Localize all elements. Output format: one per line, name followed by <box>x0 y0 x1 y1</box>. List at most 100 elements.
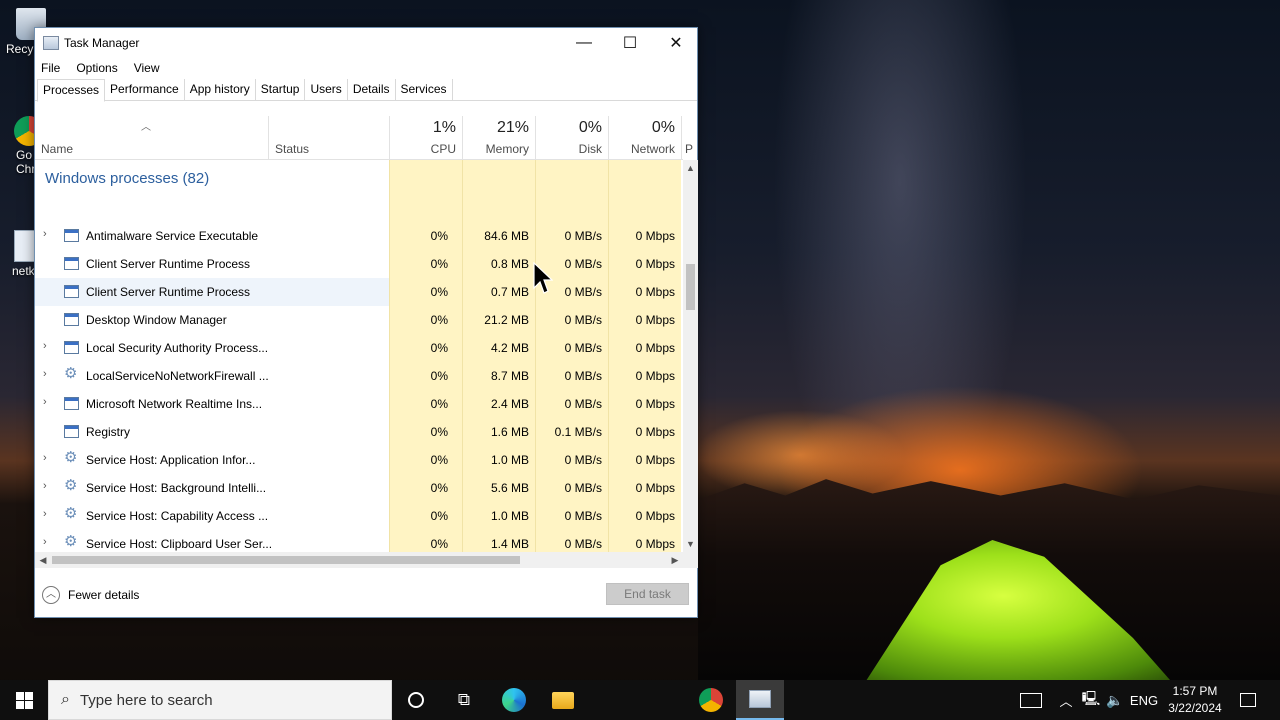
sort-ascending-icon: ︿ <box>141 122 151 133</box>
table-row[interactable]: › ⚙ Service Host: Background Intelli... 0% 5… <box>35 474 683 502</box>
desktop-icon-netk[interactable]: netk <box>0 230 40 278</box>
disk-value: 0 MB/s <box>564 257 602 271</box>
table-row[interactable]: › Microsoft Network Realtime Ins... 0% 2.4 … <box>35 390 683 418</box>
column-label: Network <box>630 142 675 156</box>
group-header-windows-processes[interactable]: Windows processes (82) <box>45 170 209 187</box>
taskbar-search-box[interactable]: ⌕ Type here to search <box>48 680 392 720</box>
process-name: Service Host: Capability Access ... <box>86 509 269 523</box>
language-indicator[interactable]: ENG <box>1128 680 1160 720</box>
tab-app-history[interactable]: App history <box>185 79 256 100</box>
vertical-scroll-thumb[interactable] <box>686 264 695 310</box>
taskbar-file-explorer[interactable] <box>539 680 587 720</box>
expand-chevron-icon[interactable]: › <box>43 536 47 548</box>
disk-value: 0 MB/s <box>564 285 602 299</box>
cpu-value: 0% <box>430 453 448 467</box>
memory-value: 1.6 MB <box>490 425 529 439</box>
desktop-icon-label: netk <box>12 264 35 278</box>
horizontal-scroll-thumb[interactable] <box>52 556 520 564</box>
taskbar-chrome[interactable] <box>687 680 735 720</box>
column-header-status[interactable]: Status <box>268 116 389 160</box>
cpu-value: 0% <box>430 285 448 299</box>
desktop-icon-chrome[interactable]: Go Chr <box>0 116 44 176</box>
column-header-power[interactable]: P <box>681 116 693 160</box>
tab-startup[interactable]: Startup <box>256 79 306 100</box>
expand-chevron-icon[interactable]: › <box>43 228 47 240</box>
tab-details[interactable]: Details <box>348 79 396 100</box>
scroll-right-arrow-icon[interactable]: ▶ <box>667 552 683 568</box>
vertical-scrollbar[interactable]: ▲ ▼ <box>683 160 698 552</box>
taskbar-clock[interactable]: 1:57 PM 3/22/2024 <box>1162 683 1228 717</box>
scroll-down-arrow-icon[interactable]: ▼ <box>683 536 698 552</box>
action-center-button[interactable] <box>1234 680 1262 720</box>
column-header-memory[interactable]: 21% Memory <box>462 116 535 160</box>
horizontal-scrollbar[interactable]: ◀ ▶ <box>35 552 683 568</box>
service-gear-icon: ⚙ <box>64 505 78 522</box>
task-view-button[interactable]: ⧉ <box>440 680 488 720</box>
menu-view[interactable]: View <box>134 61 160 75</box>
news-icon <box>1020 692 1042 708</box>
process-window-icon <box>64 257 79 270</box>
cpu-value: 0% <box>430 257 448 271</box>
search-icon: ⌕ <box>61 691 70 708</box>
table-row[interactable]: › ⚙ Service Host: Clipboard User Ser... 0% 1… <box>35 530 683 552</box>
scroll-up-arrow-icon[interactable]: ▲ <box>683 160 698 176</box>
expand-chevron-icon[interactable]: › <box>43 396 47 408</box>
menu-options[interactable]: Options <box>76 61 117 75</box>
disk-value: 0.1 MB/s <box>554 425 602 439</box>
expand-chevron-icon[interactable]: › <box>43 452 47 464</box>
expand-chevron-icon[interactable]: › <box>43 480 47 492</box>
tab-services[interactable]: Services <box>396 79 453 100</box>
table-row[interactable]: › Antimalware Service Executable 0% 84.6 MB… <box>35 222 683 250</box>
expand-chevron-icon[interactable]: › <box>43 368 47 380</box>
process-window-icon <box>64 341 79 354</box>
scroll-left-arrow-icon[interactable]: ◀ <box>35 552 51 568</box>
column-header-network[interactable]: 0% Network <box>608 116 681 160</box>
taskbar-edge[interactable] <box>490 680 538 720</box>
process-window-icon <box>64 313 79 326</box>
maximize-button[interactable]: ☐ <box>607 28 653 57</box>
minimize-button[interactable]: — <box>561 28 607 57</box>
expand-chevron-icon[interactable]: › <box>43 340 47 352</box>
end-task-button[interactable]: End task <box>606 583 689 605</box>
column-header-cpu[interactable]: 1% CPU <box>389 116 462 160</box>
chevron-up-icon: ︿ <box>42 586 60 604</box>
network-tray-button[interactable]: 🖳 <box>1080 680 1102 720</box>
show-hidden-icons-button[interactable]: ︿ <box>1056 680 1076 720</box>
cpu-value: 0% <box>430 425 448 439</box>
title-bar[interactable]: Task Manager — ☐ ✕ <box>35 28 697 57</box>
expand-chevron-icon[interactable]: › <box>43 508 47 520</box>
column-header-name[interactable]: ︿ Name <box>35 116 268 160</box>
desktop-icon-label: Recy <box>6 42 34 56</box>
table-row[interactable]: Client Server Runtime Process 0% 0.7 MB 0 M… <box>35 278 683 306</box>
news-widget-button[interactable] <box>1014 680 1048 720</box>
memory-value: 4.2 MB <box>490 341 529 355</box>
service-gear-icon: ⚙ <box>64 533 78 550</box>
table-row[interactable]: › ⚙ LocalServiceNoNetworkFirewall ... 0% 8.7… <box>35 362 683 390</box>
fewer-details-button[interactable]: ︿ Fewer details <box>42 586 139 604</box>
memory-value: 0.7 MB <box>490 285 529 299</box>
network-value: 0 Mbps <box>635 509 675 523</box>
table-row[interactable]: › Local Security Authority Process... 0% 4.… <box>35 334 683 362</box>
table-row[interactable]: › ⚙ Service Host: Capability Access ... 0% 1… <box>35 502 683 530</box>
column-header-disk[interactable]: 0% Disk <box>535 116 608 160</box>
tab-performance[interactable]: Performance <box>105 79 185 100</box>
close-button[interactable]: ✕ <box>653 28 699 57</box>
tab-processes[interactable]: Processes <box>37 79 106 102</box>
tab-users[interactable]: Users <box>305 79 348 100</box>
desktop-icon-recycle-bin[interactable]: Recy <box>0 8 46 56</box>
volume-tray-button[interactable]: 🔈 <box>1104 680 1126 720</box>
taskbar-task-manager[interactable] <box>736 680 784 720</box>
start-button[interactable] <box>0 680 48 720</box>
column-header-row: ︿ Name Status 1% CPU 21% Memory 0% Disk … <box>35 116 693 160</box>
cortana-button[interactable] <box>392 680 440 720</box>
table-row[interactable]: › ⚙ Service Host: Application Infor... 0% 1.… <box>35 446 683 474</box>
table-row[interactable]: Client Server Runtime Process 0% 0.8 MB 0 M… <box>35 250 683 278</box>
memory-value: 8.7 MB <box>490 369 529 383</box>
table-row[interactable]: Desktop Window Manager 0% 21.2 MB 0 MB/s 0 M… <box>35 306 683 334</box>
notification-icon <box>1240 693 1256 707</box>
table-row[interactable]: Registry 0% 1.6 MB 0.1 MB/s 0 Mbps <box>35 418 683 446</box>
disk-value: 0 MB/s <box>564 341 602 355</box>
menu-file[interactable]: File <box>41 61 60 75</box>
disk-value: 0 MB/s <box>564 397 602 411</box>
service-gear-icon: ⚙ <box>64 365 78 382</box>
